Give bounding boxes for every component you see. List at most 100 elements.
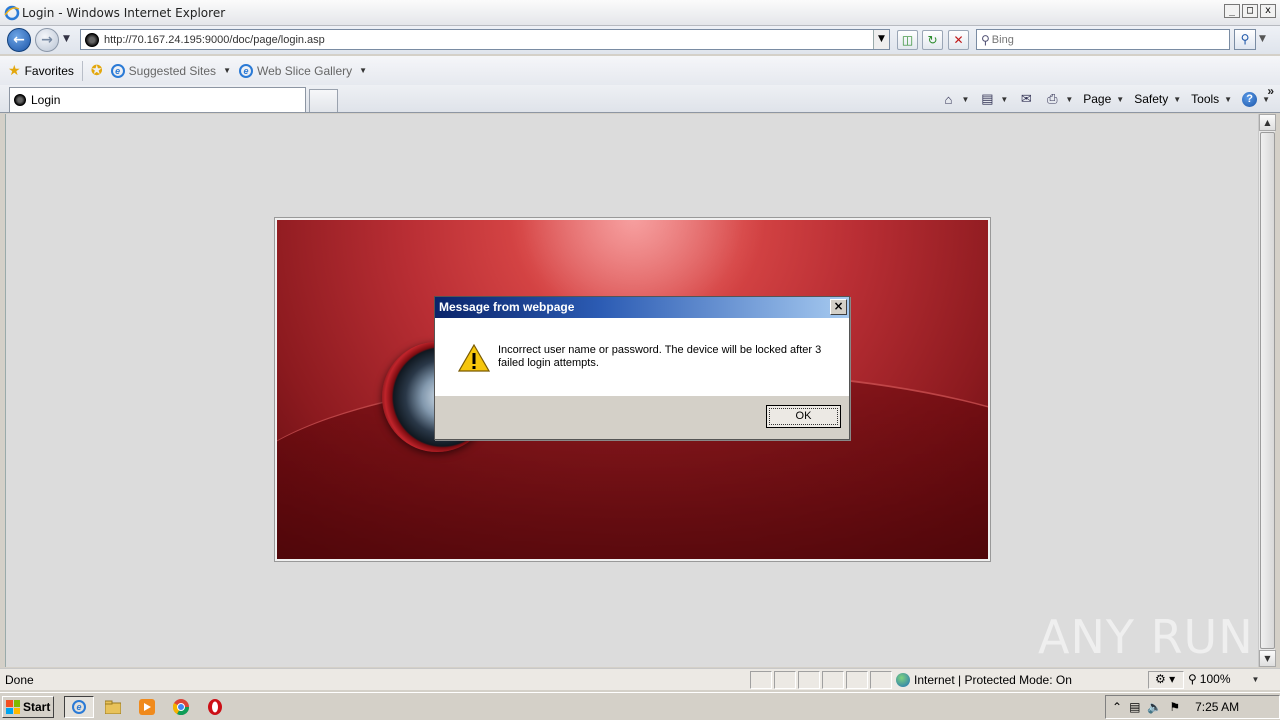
address-dropdown-button[interactable]: ▼: [873, 30, 889, 49]
start-label: Start: [23, 700, 51, 714]
protected-mode-cell[interactable]: ⚙ ▾: [1148, 671, 1184, 689]
show-hidden-icons-icon[interactable]: ⌃: [1112, 700, 1122, 714]
settings-dropdown-icon: ⚙ ▾: [1155, 672, 1176, 686]
ie-icon: e: [72, 700, 86, 714]
back-arrow-icon: ←: [13, 32, 25, 48]
search-input[interactable]: [991, 33, 1212, 46]
refresh-button[interactable]: ↻: [922, 30, 943, 50]
forward-button[interactable]: →: [35, 28, 59, 52]
safety-menu-label: Safety: [1134, 92, 1169, 106]
page-menu[interactable]: Page ▼: [1083, 92, 1124, 106]
mail-icon: ✉: [1020, 91, 1032, 106]
chevron-down-icon: ▼: [223, 66, 231, 75]
chevron-down-icon: ▼: [1065, 94, 1074, 104]
taskbar-media-player-button[interactable]: [132, 696, 162, 718]
alert-dialog: Message from webpage × Incorrect user na…: [434, 296, 850, 440]
read-mail-button[interactable]: ✉: [1018, 91, 1034, 107]
tab-login[interactable]: Login: [9, 87, 306, 112]
status-cell: [750, 671, 772, 689]
close-window-button[interactable]: x: [1260, 4, 1276, 18]
status-bar: Done Internet | Protected Mode: On ⚙ ▾ ⚲…: [0, 668, 1280, 690]
status-cell: [870, 671, 892, 689]
windows-logo-icon: [6, 700, 20, 714]
clock[interactable]: 7:25 AM: [1195, 700, 1239, 714]
compat-icon: ◫: [901, 33, 914, 47]
taskbar-ie-button[interactable]: e: [64, 696, 94, 718]
opera-icon: [208, 699, 222, 715]
web-slice-gallery-label: Web Slice Gallery: [256, 63, 353, 78]
favorites-separator: [81, 60, 83, 81]
more-commands-chevron-icon[interactable]: »: [1267, 84, 1274, 98]
help-menu[interactable]: ? ▼: [1242, 91, 1270, 107]
favorites-bar: ★ Favorites ✪ e Suggested Sites ▼ e Web …: [0, 56, 1280, 85]
favorites-button[interactable]: ★ Favorites: [8, 62, 74, 79]
safety-menu[interactable]: Safety ▼: [1134, 92, 1181, 106]
chevron-down-icon: ▼: [1224, 94, 1233, 104]
search-box: ⚲: [976, 29, 1230, 50]
stop-button[interactable]: ✕: [948, 30, 969, 50]
ie-icon: e: [238, 63, 253, 78]
chevron-down-icon: ▼: [1116, 94, 1125, 104]
tools-menu[interactable]: Tools ▼: [1191, 92, 1232, 106]
back-button[interactable]: ←: [7, 28, 31, 52]
anyrun-watermark: ANY RUN: [1038, 610, 1254, 664]
page-menu-label: Page: [1083, 92, 1112, 106]
tab-label: Login: [31, 93, 61, 107]
chrome-icon: [173, 699, 189, 715]
zoom-level: 100%: [1199, 672, 1231, 686]
scroll-up-arrow-icon[interactable]: ▲: [1259, 114, 1276, 131]
tab-row: Login ⌂ ▼ ▤ ▼ ✉ ⎙ ▼ Page ▼ Safety ▼ Tools ▼ ? ▼…: [0, 84, 1280, 113]
media-player-icon: [139, 699, 155, 715]
minimize-button[interactable]: _: [1224, 4, 1240, 18]
favorites-star-icon: ★: [8, 62, 21, 78]
status-cell: [846, 671, 868, 689]
dialog-close-button[interactable]: ×: [830, 299, 847, 315]
compatibility-view-button[interactable]: ◫: [897, 30, 918, 50]
address-bar: ▼: [80, 29, 890, 50]
command-bar: ⌂ ▼ ▤ ▼ ✉ ⎙ ▼ Page ▼ Safety ▼ Tools ▼ ? ▼: [940, 89, 1280, 109]
add-to-favorites-bar-button[interactable]: ✪: [91, 62, 103, 79]
magnifier-icon: ⚲: [1240, 32, 1250, 46]
start-button[interactable]: Start: [2, 696, 54, 718]
scroll-down-arrow-icon[interactable]: ▼: [1259, 650, 1276, 667]
search-options-dropdown[interactable]: ▼: [1259, 34, 1266, 44]
taskbar: Start e ⌃ ▤ 🔈 ⚑ 7:25 AM: [0, 692, 1280, 720]
dialog-message: Incorrect user name or password. The dev…: [498, 344, 822, 369]
recent-pages-dropdown[interactable]: ▼: [63, 34, 70, 44]
web-slice-gallery-link[interactable]: e Web Slice Gallery ▼: [238, 63, 367, 78]
home-button[interactable]: ⌂ ▼: [940, 91, 970, 107]
status-cell: [774, 671, 796, 689]
chevron-down-icon: ▼: [961, 94, 970, 104]
new-tab-button[interactable]: [309, 89, 338, 112]
add-favorite-star-icon: ✪: [90, 62, 103, 78]
suggested-sites-link[interactable]: e Suggested Sites ▼: [110, 63, 231, 78]
refresh-icon: ↻: [927, 33, 938, 47]
taskbar-chrome-button[interactable]: [166, 696, 196, 718]
favorites-label: Favorites: [24, 63, 74, 78]
taskbar-explorer-button[interactable]: [98, 696, 128, 718]
chevron-down-icon: ▼: [1000, 94, 1009, 104]
action-center-flag-icon[interactable]: ⚑: [1169, 700, 1180, 714]
network-icon[interactable]: ▤: [1129, 700, 1140, 714]
dialog-body: Incorrect user name or password. The dev…: [435, 318, 849, 396]
print-button[interactable]: ⎙ ▼: [1044, 91, 1073, 107]
zone-label: Internet | Protected Mode: On: [914, 673, 1072, 687]
ie-icon: e: [110, 63, 125, 78]
search-icon: ⚲: [981, 32, 990, 47]
feeds-button[interactable]: ▤ ▼: [979, 91, 1008, 107]
maximize-button[interactable]: □: [1242, 4, 1258, 18]
security-zone[interactable]: Internet | Protected Mode: On: [896, 671, 1072, 689]
volume-icon[interactable]: 🔈: [1147, 700, 1162, 714]
scrollbar-thumb[interactable]: [1260, 132, 1275, 649]
globe-icon: [896, 673, 910, 687]
ok-button[interactable]: OK: [766, 405, 841, 428]
rss-feed-icon: ▤: [981, 91, 994, 106]
zoom-control[interactable]: ⚲ 100% ▼: [1188, 672, 1259, 686]
url-input[interactable]: [104, 33, 864, 46]
taskbar-opera-button[interactable]: [200, 696, 230, 718]
dialog-title: Message from webpage: [439, 300, 575, 314]
site-favicon-icon: [14, 94, 26, 106]
search-go-button[interactable]: ⚲: [1234, 29, 1256, 50]
vertical-scrollbar[interactable]: ▲ ▼: [1258, 114, 1276, 667]
home-icon: ⌂: [944, 91, 953, 107]
